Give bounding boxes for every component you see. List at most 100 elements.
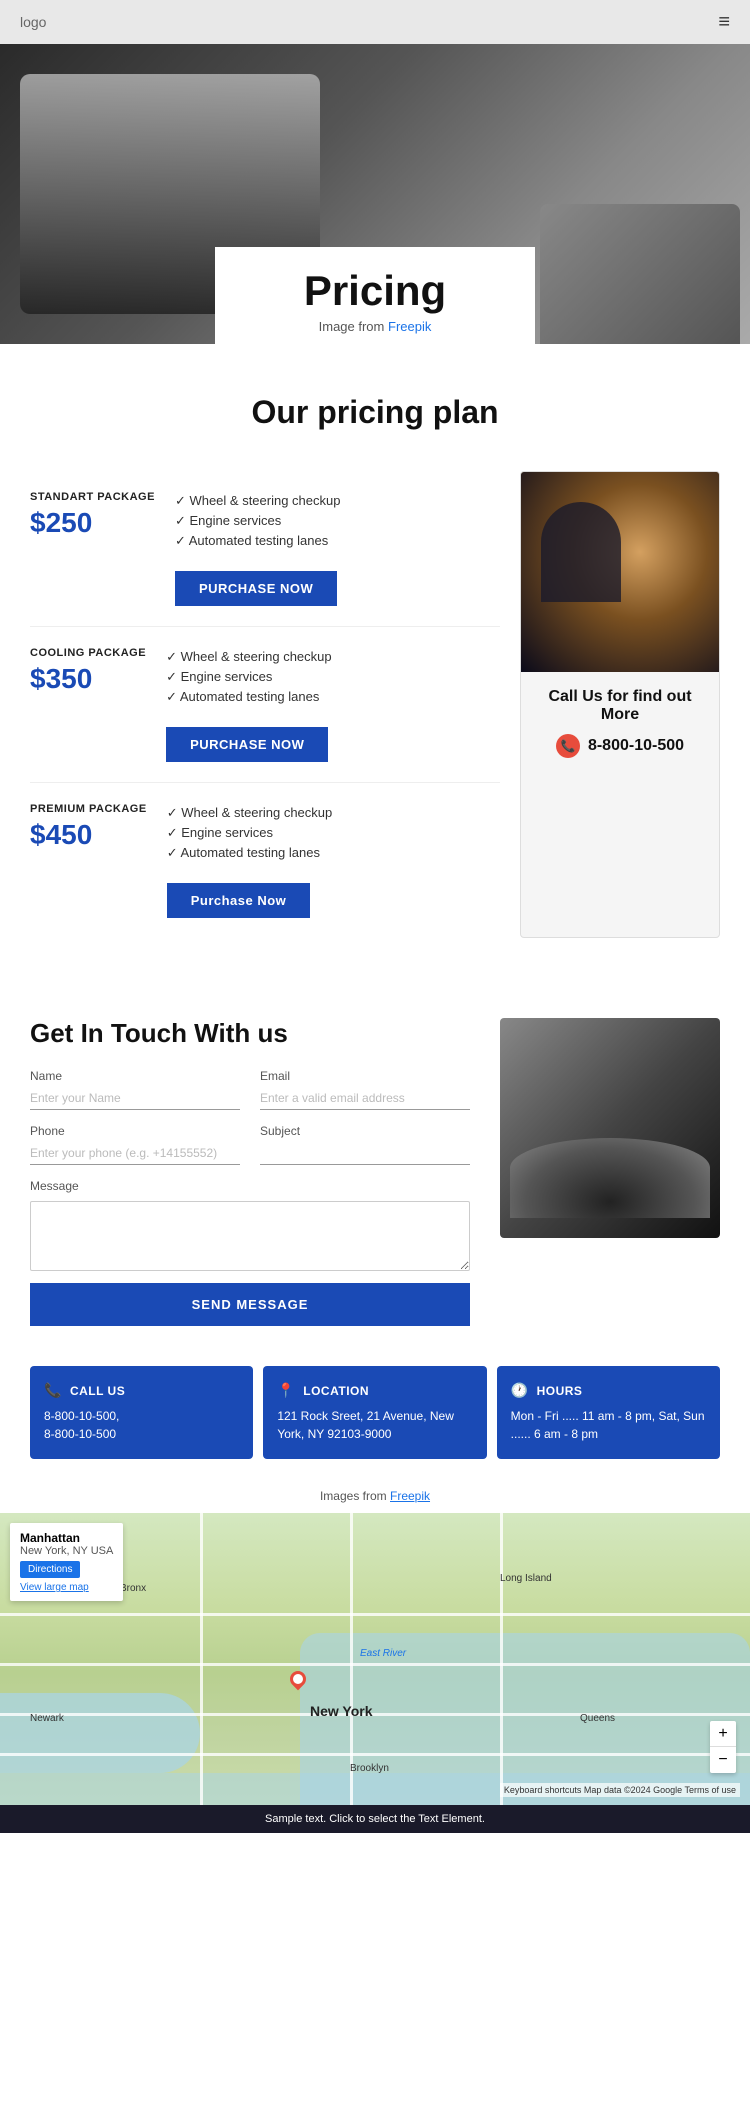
feature-item: Wheel & steering checkup (166, 647, 332, 667)
zoom-in-button[interactable]: + (710, 1721, 736, 1747)
pricing-contact-card: Call Us for find out More 📞 8-800-10-500 (520, 471, 720, 938)
pricing-card-body: Call Us for find out More 📞 8-800-10-500 (521, 672, 719, 774)
form-field-subject: Subject (260, 1124, 470, 1165)
map-bottom-bar[interactable]: Sample text. Click to select the Text El… (0, 1805, 750, 1833)
call-number-2: 8-800-10-500 (44, 1425, 239, 1443)
form-field-email: Email (260, 1069, 470, 1110)
map-overlay: Manhattan New York, NY USA Directions Vi… (10, 1523, 123, 1601)
purchase-button-standard[interactable]: PURCHASE NOW (175, 571, 337, 606)
pricing-card-phone: 📞 8-800-10-500 (537, 734, 703, 758)
info-card-hours: 🕐 HOURS Mon - Fri ..... 11 am - 8 pm, Sa… (497, 1366, 720, 1459)
map-water-west (0, 1693, 200, 1773)
map-label-queens: Queens (580, 1713, 615, 1724)
package-row-cooling: COOLING PACKAGE $350 Wheel & steering ch… (30, 626, 500, 782)
package-left-standard: STANDART PACKAGE $250 (30, 491, 155, 539)
map-road-h2 (0, 1663, 750, 1666)
contact-image (500, 1018, 720, 1238)
email-input[interactable] (260, 1087, 470, 1110)
location-title: LOCATION (303, 1384, 369, 1398)
map-label-area2: Long Island (500, 1573, 552, 1584)
freepik-link[interactable]: Freepik (388, 319, 431, 334)
feature-item: Wheel & steering checkup (175, 491, 341, 511)
form-field-name: Name (30, 1069, 240, 1110)
package-price-premium: $450 (30, 819, 147, 851)
purchase-button-premium[interactable]: Purchase Now (167, 883, 311, 918)
contact-title: Get In Touch With us (30, 1018, 470, 1049)
phone-number: 8-800-10-500 (588, 737, 684, 755)
hero-subtitle: Image from Freepik (275, 319, 475, 334)
package-features-standard: Wheel & steering checkup Engine services… (175, 491, 341, 551)
pricing-packages: STANDART PACKAGE $250 Wheel & steering c… (30, 471, 500, 938)
form-field-message: Message (30, 1179, 470, 1271)
feature-item: Automated testing lanes (175, 531, 341, 551)
form-field-phone: Phone (30, 1124, 240, 1165)
info-cards: 📞 CALL US 8-800-10-500, 8-800-10-500 📍 L… (0, 1366, 750, 1479)
view-large-map-link[interactable]: View large map (20, 1582, 113, 1593)
feature-item: Engine services (166, 667, 332, 687)
package-row-standard: STANDART PACKAGE $250 Wheel & steering c… (30, 471, 500, 626)
feature-item: Automated testing lanes (166, 687, 332, 707)
message-label: Message (30, 1179, 470, 1193)
message-textarea[interactable] (30, 1201, 470, 1271)
phone-input[interactable] (30, 1142, 240, 1165)
package-features-premium: Wheel & steering checkup Engine services… (167, 803, 333, 863)
phone-label: Phone (30, 1124, 240, 1138)
name-input[interactable] (30, 1087, 240, 1110)
map-label-brooklyn: Brooklyn (350, 1763, 389, 1774)
pricing-card-image-inner (521, 472, 719, 672)
map-road-h4 (0, 1753, 750, 1756)
package-name-cooling: COOLING PACKAGE (30, 647, 146, 659)
hours-icon: 🕐 (511, 1382, 529, 1399)
zoom-out-button[interactable]: − (710, 1747, 736, 1773)
package-details-premium: Wheel & steering checkup Engine services… (167, 803, 333, 918)
contact-section: Get In Touch With us Name Email Phone Su… (0, 978, 750, 1366)
email-label: Email (260, 1069, 470, 1083)
hero-section: Pricing Image from Freepik (0, 44, 750, 344)
info-card-location-header: 📍 LOCATION (277, 1382, 472, 1399)
map-label-newark: Newark (30, 1713, 64, 1724)
location-text: 121 Rock Sreet, 21 Avenue, New York, NY … (277, 1407, 472, 1443)
package-name-premium: PREMIUM PACKAGE (30, 803, 147, 815)
form-row-phone-subject: Phone Subject (30, 1124, 470, 1165)
freepik-link-bottom[interactable]: Freepik (390, 1489, 430, 1503)
purchase-button-cooling[interactable]: PURCHASE NOW (166, 727, 328, 762)
directions-button[interactable]: Directions (20, 1561, 80, 1578)
package-features-cooling: Wheel & steering checkup Engine services… (166, 647, 332, 707)
map-road-v1 (200, 1513, 203, 1833)
pricing-title: Our pricing plan (30, 394, 720, 431)
package-price-standard: $250 (30, 507, 155, 539)
map-road-h3 (0, 1713, 750, 1716)
package-row-premium: PREMIUM PACKAGE $450 Wheel & steering ch… (30, 782, 500, 938)
subject-label: Subject (260, 1124, 470, 1138)
map-road-h1 (0, 1613, 750, 1616)
package-details-standard: Wheel & steering checkup Engine services… (175, 491, 341, 606)
map-road-v2 (350, 1513, 353, 1833)
call-icon: 📞 (44, 1382, 62, 1399)
feature-item: Automated testing lanes (167, 843, 333, 863)
feature-item: Engine services (167, 823, 333, 843)
map-section[interactable]: Manhattan Long Island New York East Rive… (0, 1513, 750, 1833)
phone-icon: 📞 (556, 734, 580, 758)
contact-form: Get In Touch With us Name Email Phone Su… (30, 1018, 470, 1326)
images-attribution: Images from Freepik (0, 1479, 750, 1513)
call-text: 8-800-10-500, 8-800-10-500 (44, 1407, 239, 1443)
hours-text: Mon - Fri ..... 11 am - 8 pm, Sat, Sun .… (511, 1407, 706, 1443)
hero-text-box: Pricing Image from Freepik (215, 247, 535, 344)
pricing-content: STANDART PACKAGE $250 Wheel & steering c… (30, 471, 720, 938)
subject-input[interactable] (260, 1142, 470, 1165)
info-card-hours-header: 🕐 HOURS (511, 1382, 706, 1399)
map-label-water: East River (360, 1648, 406, 1659)
package-left-cooling: COOLING PACKAGE $350 (30, 647, 146, 695)
call-number-1: 8-800-10-500, (44, 1407, 239, 1425)
pricing-card-image (521, 472, 719, 672)
header: logo ≡ (0, 0, 750, 44)
name-label: Name (30, 1069, 240, 1083)
map-zoom-controls: + − (710, 1721, 736, 1773)
package-price-cooling: $350 (30, 663, 146, 695)
map-overlay-title: Manhattan (20, 1531, 113, 1545)
menu-button[interactable]: ≡ (718, 11, 730, 34)
package-left-premium: PREMIUM PACKAGE $450 (30, 803, 147, 851)
map-overlay-sub: New York, NY USA (20, 1545, 113, 1557)
map-attribution: Keyboard shortcuts Map data ©2024 Google… (500, 1783, 740, 1797)
send-message-button[interactable]: SEND MESSAGE (30, 1283, 470, 1326)
